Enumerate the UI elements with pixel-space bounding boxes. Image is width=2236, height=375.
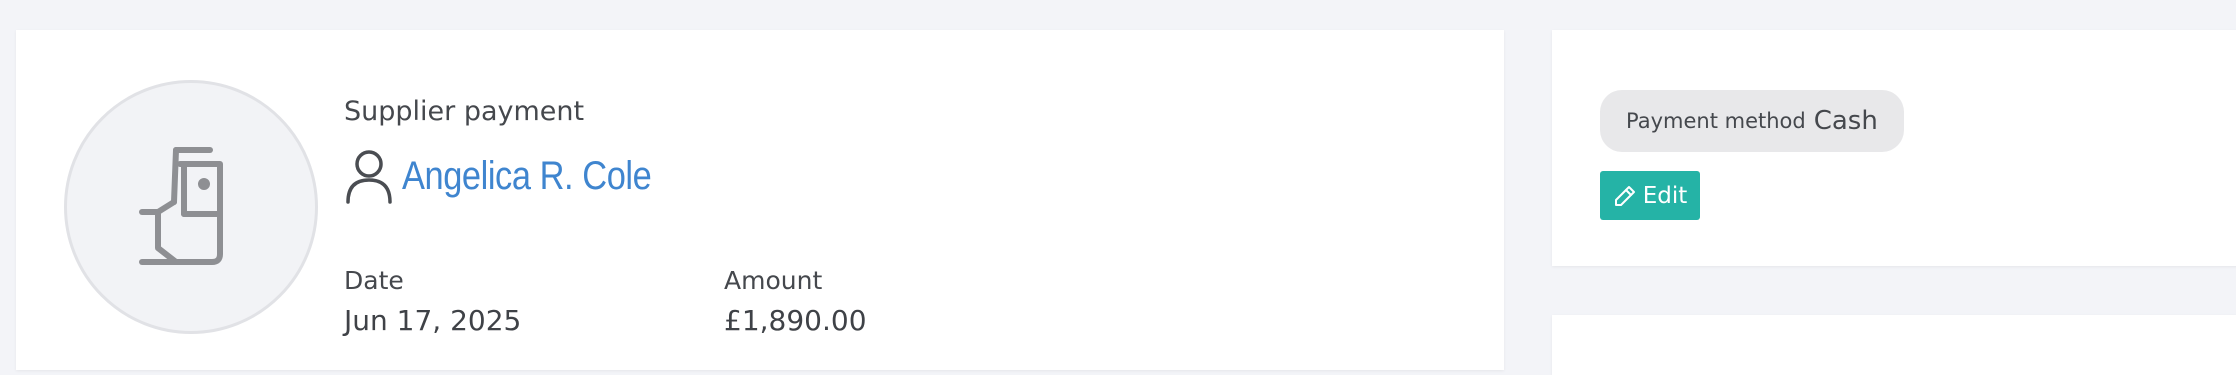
payment-method-label: Payment method — [1626, 109, 1806, 133]
payment-method-badge: Payment method Cash — [1600, 90, 1904, 152]
payment-type: Supplier payment — [344, 96, 585, 127]
secondary-card — [1552, 315, 2236, 375]
payment-avatar — [64, 80, 318, 334]
date-label: Date — [344, 266, 404, 295]
payment-summary-card: Supplier payment Angelica R. Cole Date J… — [16, 30, 1504, 370]
edit-button-label: Edit — [1642, 182, 1688, 209]
edit-button[interactable]: Edit — [1600, 171, 1700, 220]
person-icon — [346, 150, 392, 204]
payee-row: Angelica R. Cole — [344, 148, 692, 204]
payee-link[interactable]: Angelica R. Cole — [402, 154, 652, 199]
amount-label: Amount — [724, 266, 823, 295]
amount-value: £1,890.00 — [724, 304, 867, 337]
pencil-icon — [1614, 185, 1635, 206]
payment-method-value: Cash — [1813, 106, 1878, 136]
date-value: Jun 17, 2025 — [344, 304, 522, 337]
cash-register-icon — [139, 147, 223, 265]
payment-method-card: Payment method Cash Edit — [1552, 30, 2236, 266]
